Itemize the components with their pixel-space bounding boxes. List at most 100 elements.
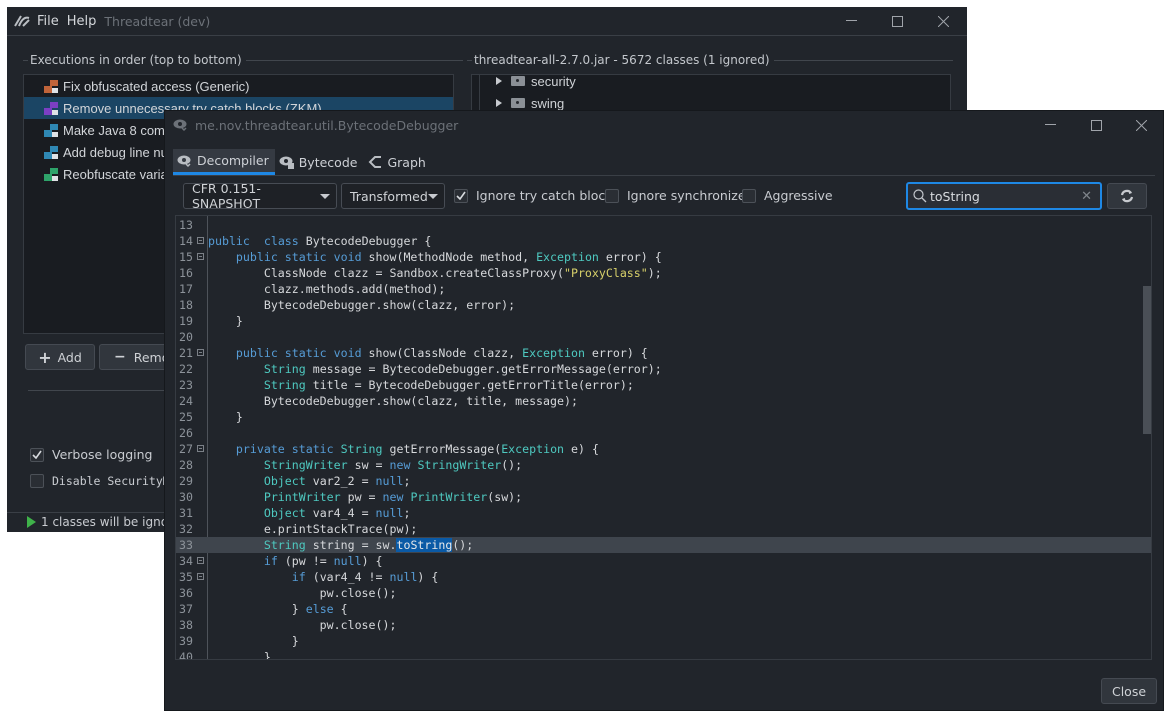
vertical-scrollbar[interactable] [1143, 286, 1151, 434]
tree-item-security[interactable]: security [472, 70, 950, 92]
minimize-icon [845, 20, 857, 21]
code-line: 34 if (pw != null) { [176, 553, 1151, 569]
tab-decompiler[interactable]: Decompiler [173, 149, 275, 175]
minimize-button[interactable] [1027, 111, 1073, 139]
code-editor[interactable]: 13 14 public class BytecodeDebugger {15 pu… [175, 215, 1152, 660]
fold-collapse-icon[interactable] [197, 445, 204, 452]
fold-collapse-icon[interactable] [197, 557, 204, 564]
line-number: 29 [179, 474, 193, 488]
code-line: 27 private static String getErrorMessage… [176, 441, 1151, 457]
check-icon [456, 191, 466, 200]
tab-graph[interactable]: Graph [363, 149, 431, 175]
chevron-down-icon [320, 193, 330, 199]
code-line: 30 PrintWriter pw = new PrintWriter(sw); [176, 489, 1151, 505]
code-line: 15 public static void show(MethodNode me… [176, 249, 1151, 265]
play-icon [27, 516, 36, 528]
line-number: 19 [179, 314, 193, 328]
jar-group-title: threadtear-all-2.7.0.jar - 5672 classes … [474, 53, 770, 67]
execution-icon [44, 167, 58, 181]
line-number: 22 [179, 362, 193, 376]
code-line: 35 if (var4_4 != null) { [176, 569, 1151, 585]
expand-arrow-icon[interactable] [496, 77, 502, 85]
code-text: BytecodeDebugger.show(clazz, error); [208, 298, 516, 312]
execution-item[interactable]: Fix obfuscated access (Generic) [24, 75, 453, 97]
minimize-button[interactable] [828, 7, 874, 35]
fold-collapse-icon[interactable] [197, 237, 204, 244]
code-line: 38 pw.close(); [176, 617, 1151, 633]
tab-bytecode[interactable]: Bytecode [275, 149, 364, 175]
disable-security-manager-checkbox[interactable]: Disable SecurityMan [30, 474, 184, 488]
decompile-eye-icon [173, 118, 189, 132]
close-button[interactable]: Close [1101, 678, 1157, 704]
execution-icon [44, 145, 58, 159]
ignore-synchronized-checkbox[interactable]: Ignore synchronized [605, 188, 753, 203]
fold-collapse-icon[interactable] [197, 349, 204, 356]
code-line: 14 public class BytecodeDebugger { [176, 233, 1151, 249]
clear-search-icon[interactable]: ✕ [1081, 189, 1092, 204]
line-number: 30 [179, 490, 193, 504]
minimize-icon [1044, 124, 1056, 125]
checkbox-checked[interactable] [30, 447, 44, 462]
code-text: pw.close(); [208, 586, 397, 600]
code-line: 22 String message = BytecodeDebugger.get… [176, 361, 1151, 377]
verbose-logging-checkbox[interactable]: Verbose logging [30, 447, 153, 462]
package-folder-icon [511, 76, 525, 86]
ignore-try-catch-checkbox[interactable]: Ignore try catch blocks [454, 188, 619, 203]
maximize-icon [891, 15, 903, 27]
checkbox-unchecked[interactable] [742, 188, 756, 203]
checkbox-unchecked[interactable] [30, 474, 44, 488]
refresh-button[interactable] [1107, 183, 1147, 209]
code-text: private static String getErrorMessage(Ex… [235, 442, 599, 456]
code-line: 33 String string = sw.toString(); [176, 537, 1151, 553]
fold-collapse-icon[interactable] [197, 573, 204, 580]
code-text: public static void show(ClassNode clazz,… [235, 346, 648, 360]
code-text: StringWriter sw = new StringWriter(); [263, 458, 523, 472]
code-line: 17 clazz.methods.add(method); [176, 281, 1151, 297]
menu-help[interactable]: Help [67, 14, 97, 29]
code-text: ClassNode clazz = Sandbox.createClassPro… [208, 266, 662, 280]
bytecode-debugger-window: me.nov.threadtear.util.BytecodeDebugger … [164, 110, 1164, 711]
executions-group-title: Executions in order (top to bottom) [30, 53, 242, 67]
close-icon [1135, 119, 1147, 131]
checkbox-unchecked[interactable] [605, 188, 619, 203]
expand-arrow-icon[interactable] [496, 99, 502, 107]
search-icon [913, 189, 927, 203]
package-folder-icon [511, 98, 525, 108]
code-line: 32 e.printStackTrace(pw); [176, 521, 1151, 537]
code-text: } else { [208, 602, 348, 616]
code-line: 25 } [176, 409, 1151, 425]
execution-icon [44, 101, 58, 115]
code-text: public class BytecodeDebugger { [208, 234, 432, 248]
line-number: 36 [179, 586, 193, 600]
code-text: e.printStackTrace(pw); [208, 522, 418, 536]
maximize-button[interactable] [874, 7, 920, 35]
code-text: String title = BytecodeDebugger.getError… [263, 378, 634, 392]
maximize-icon [1090, 119, 1102, 131]
line-number: 16 [179, 266, 193, 280]
line-number: 24 [179, 394, 193, 408]
search-input[interactable]: toString [930, 189, 980, 204]
code-line: 40 } [176, 649, 1151, 659]
execution-label: Fix obfuscated access (Generic) [63, 78, 250, 94]
line-number: 23 [179, 378, 193, 392]
code-line: 29 Object var2_2 = null; [176, 473, 1151, 489]
decompiler-select[interactable]: CFR 0.151-SNAPSHOT [183, 181, 337, 211]
debugger-window-title: me.nov.threadtear.util.BytecodeDebugger [195, 117, 459, 133]
threadtear-logo-icon [13, 14, 31, 28]
checkbox-checked[interactable] [454, 188, 468, 203]
add-button[interactable]: + Add [25, 344, 95, 370]
close-window-button[interactable] [920, 7, 966, 35]
code-text: Object var4_4 = null; [263, 506, 411, 520]
chevron-down-icon [428, 193, 438, 199]
mode-select[interactable]: Transformed [341, 183, 445, 209]
fold-collapse-icon[interactable] [197, 253, 204, 260]
aggressive-checkbox[interactable]: Aggressive [742, 188, 833, 203]
menu-file[interactable]: File [37, 14, 59, 29]
code-text: } [208, 634, 299, 648]
close-window-button[interactable] [1118, 111, 1164, 139]
main-window-title: Threadtear (dev) [104, 13, 211, 29]
code-line: 23 String title = BytecodeDebugger.getEr… [176, 377, 1151, 393]
search-field[interactable]: toString ✕ [906, 182, 1102, 210]
line-number: 37 [179, 602, 193, 616]
maximize-button[interactable] [1073, 111, 1119, 139]
